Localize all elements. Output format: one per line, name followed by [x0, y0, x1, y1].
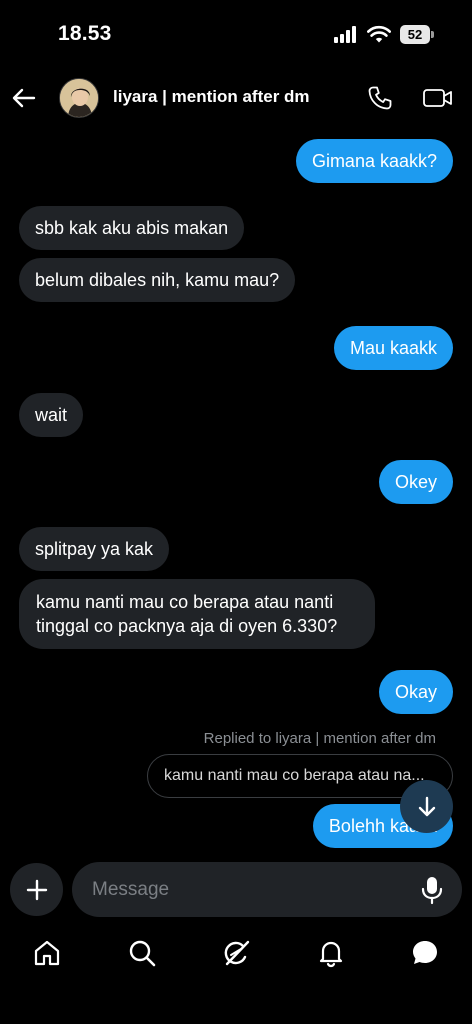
grok-icon[interactable]: [221, 938, 251, 968]
microphone-icon[interactable]: [418, 875, 446, 905]
bottom-navigation: [0, 930, 472, 980]
message-bubble-incoming[interactable]: belum dibales nih, kamu mau?: [19, 258, 296, 302]
scroll-to-bottom-button[interactable]: [400, 780, 453, 833]
contact-avatar[interactable]: [59, 78, 99, 118]
message-bubble-incoming[interactable]: splitpay ya kak: [19, 527, 170, 571]
notifications-icon[interactable]: [316, 938, 346, 968]
message-bubble-outgoing[interactable]: Gimana kaakk?: [295, 139, 453, 183]
add-attachment-button[interactable]: [10, 863, 63, 916]
status-time: 18.53: [58, 22, 112, 45]
message-bubble-incoming[interactable]: kamu nanti mau co berapa atau nanti ting…: [19, 579, 375, 649]
message-bubble-outgoing[interactable]: Mau kaakk: [333, 326, 453, 370]
plus-icon: [26, 879, 47, 900]
wifi-icon: [367, 25, 391, 43]
status-bar: 18.53 52: [0, 0, 472, 64]
cellular-signal-icon: [334, 26, 358, 43]
message-bubble-incoming[interactable]: sbb kak aku abis makan: [19, 206, 245, 250]
home-icon[interactable]: [32, 938, 62, 968]
message-bubble-outgoing[interactable]: Okey: [378, 460, 453, 504]
video-call-icon[interactable]: [422, 84, 454, 112]
message-bubble-incoming[interactable]: wait: [19, 393, 84, 437]
battery-level: 52: [407, 27, 423, 42]
message-input-container: [72, 862, 462, 917]
messages-icon[interactable]: [410, 938, 440, 968]
message-bubble-outgoing[interactable]: Okay: [378, 670, 453, 714]
reply-context-label: Replied to liyara | mention after dm: [203, 730, 436, 747]
phone-call-icon[interactable]: [366, 84, 394, 112]
message-input[interactable]: [92, 862, 412, 917]
battery-icon: 52: [400, 25, 434, 44]
arrow-down-icon: [418, 796, 435, 816]
message-composer: [0, 860, 472, 918]
search-icon[interactable]: [127, 938, 157, 968]
conversation-header: liyara | mention after dm: [0, 72, 472, 124]
contact-name[interactable]: liyara | mention after dm: [113, 87, 310, 107]
back-arrow-icon[interactable]: [10, 84, 38, 112]
